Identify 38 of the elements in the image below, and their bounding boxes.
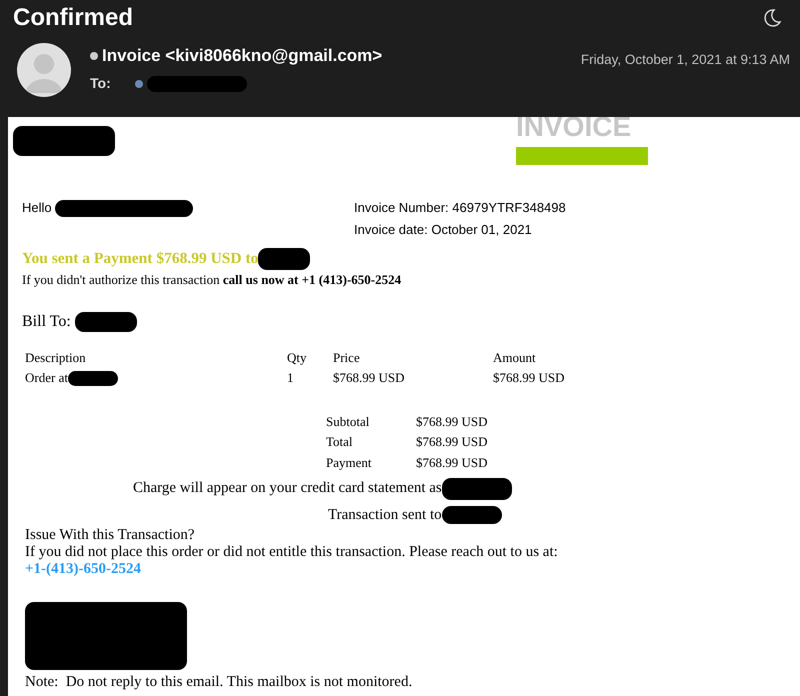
bill-to-label: Bill To: (22, 312, 71, 332)
total-label: Payment (326, 454, 372, 472)
status-dot (90, 52, 98, 60)
footer-note: Note: Do not reply to this email. This mailbox is not monitored. (25, 674, 414, 692)
column-header: Qty (287, 350, 306, 365)
transaction-sent-note: Transaction sent to (328, 506, 442, 525)
redaction-bar (68, 371, 118, 386)
payment-headline: You sent a Payment $768.99 USD to (22, 249, 258, 269)
total-label: Subtotal (326, 412, 370, 431)
invoice-date: Invoice date: October 01, 2021 (354, 221, 533, 239)
authorize-note: If you didn't authorize this transaction call us now at +1 (413)-650-2524 (22, 271, 402, 290)
redaction-bar (74, 312, 137, 332)
moon-icon[interactable] (762, 8, 782, 28)
table-cell: Order at (25, 370, 68, 385)
total-value: $768.99 USD (416, 412, 488, 431)
redaction-bar (442, 478, 512, 500)
window-title: Confirmed (13, 4, 133, 32)
column-header: Description (25, 350, 86, 365)
table-cell: $768.99 USD (493, 370, 565, 385)
invoice-number: Invoice Number: 46979YTRF348498 (354, 199, 566, 217)
redaction-bar (258, 248, 310, 270)
issue-text: If you did not place this order or did not entitle this transaction. Please reach out to us at: +1-(413)-650-2524 (25, 544, 559, 578)
status-dot (134, 80, 143, 88)
column-header: Amount (493, 350, 536, 365)
table-cell: $768.99 USD (333, 370, 405, 385)
sender-address[interactable]: Invoice <kivi8066kno@gmail.com> (102, 46, 382, 66)
to-label: To: (90, 74, 111, 93)
redaction-bar (442, 506, 502, 524)
avatar-icon (17, 43, 71, 97)
total-value: $768.99 USD (416, 433, 488, 452)
date-text: Friday, October 1, 2021 at 9:13 AM (580, 51, 790, 69)
column-header: Price (333, 350, 360, 365)
total-value: $768.99 USD (416, 454, 488, 472)
total-label: Total (326, 433, 354, 452)
charge-note: Charge will appear on your credit card statement as (133, 479, 442, 498)
greeting: Hello (22, 200, 52, 215)
table-cell: 1 (287, 370, 294, 385)
issue-title: Issue With this Transaction? (25, 527, 196, 544)
